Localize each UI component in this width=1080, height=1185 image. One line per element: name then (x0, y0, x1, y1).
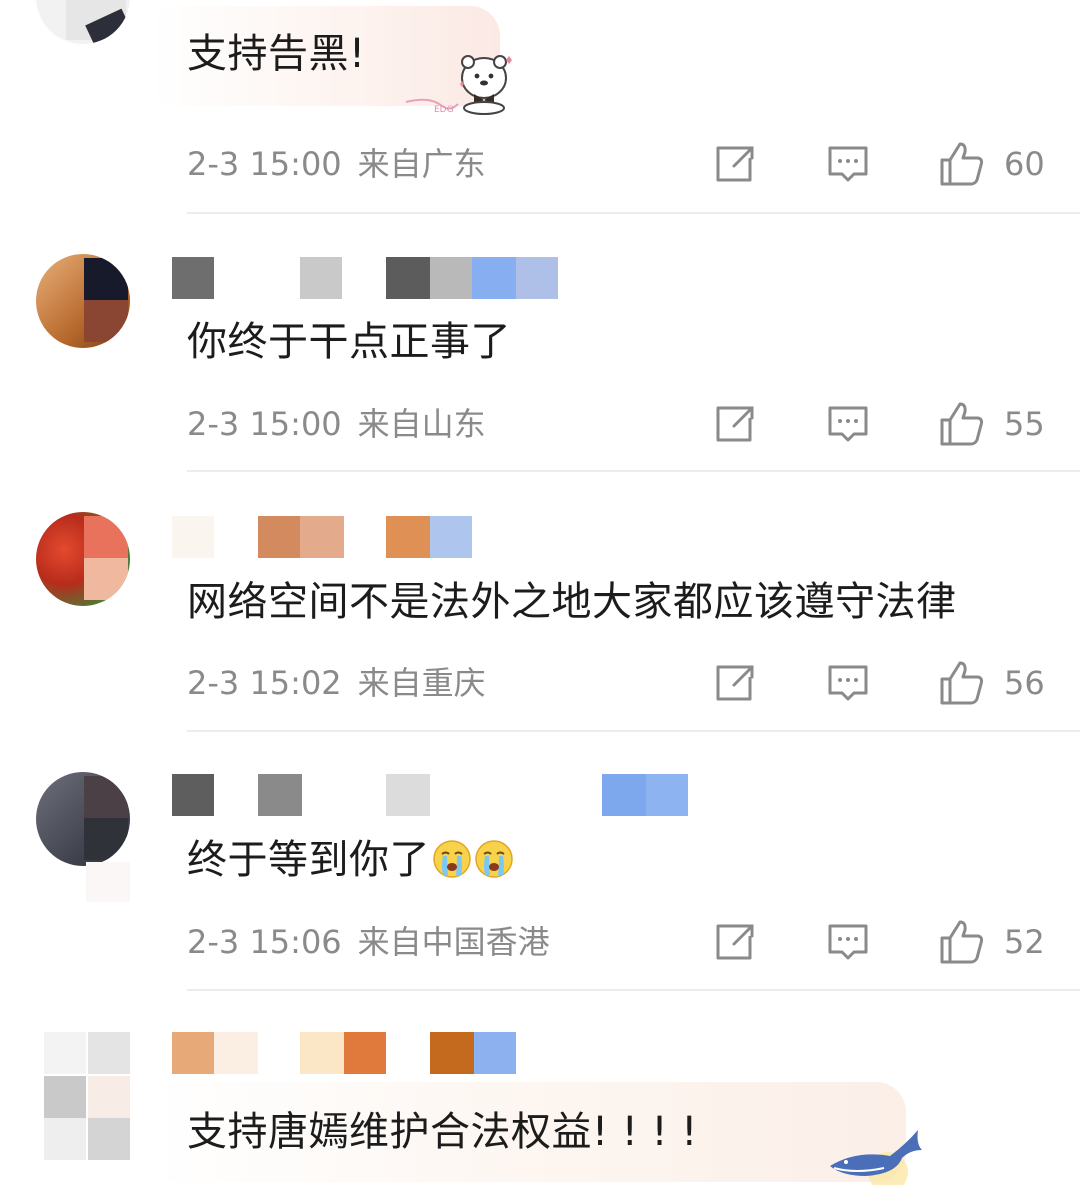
comment-meta: 2-3 15:00 来自山东 (187, 404, 486, 444)
username-mosaic[interactable] (172, 257, 562, 299)
comment-time: 2-3 15:02 (187, 664, 342, 702)
comment-icon[interactable] (826, 402, 870, 446)
avatar[interactable] (36, 512, 130, 606)
thumbs-up-icon[interactable] (938, 140, 986, 188)
avatar-mosaic-tail (86, 862, 130, 902)
bear-sticker-icon: EDG (405, 55, 512, 115)
comment-text: 支持唐嫣维护合法权益! ! ! ! (187, 1109, 698, 1155)
share-icon[interactable] (712, 142, 756, 186)
share-icon[interactable] (712, 402, 756, 446)
username-mosaic[interactable] (172, 516, 482, 558)
avatar[interactable] (36, 0, 130, 44)
divider (187, 730, 1080, 732)
username-mosaic[interactable] (172, 1032, 522, 1074)
thumbs-up-icon[interactable] (938, 918, 986, 966)
username-mosaic[interactable] (172, 774, 692, 816)
thumbs-up-icon[interactable] (938, 659, 986, 707)
comment-location: 来自重庆 (357, 664, 486, 702)
comment-time: 2-3 15:00 (187, 145, 342, 183)
divider (187, 212, 1080, 214)
avatar[interactable] (36, 772, 130, 866)
like-count: 60 (1004, 145, 1045, 183)
like-count: 55 (1004, 405, 1045, 443)
comment-text: 终于等到你了 (187, 834, 514, 886)
crying-face-icon (475, 840, 513, 878)
svg-text:EDG: EDG (434, 105, 454, 115)
comment-text-body: 终于等到你了 (187, 837, 430, 883)
like-count: 52 (1004, 923, 1045, 961)
comment-location: 来自广东 (357, 145, 486, 183)
share-icon[interactable] (712, 661, 756, 705)
thumbs-up-icon[interactable] (938, 400, 986, 448)
comment-icon[interactable] (826, 920, 870, 964)
comment-icon[interactable] (826, 142, 870, 186)
avatar[interactable] (36, 254, 130, 348)
comment-text: 网络空间不是法外之地大家都应该遵守法律 (187, 579, 957, 625)
comment-meta: 2-3 15:06 来自中国香港 (187, 922, 550, 962)
comment-time: 2-3 15:06 (187, 923, 342, 961)
comment-location: 来自山东 (357, 405, 486, 443)
whale-sticker-icon (830, 1130, 922, 1185)
comment-text: 支持告黑! (187, 31, 366, 77)
comment-icon[interactable] (826, 661, 870, 705)
comment-text: 你终于干点正事了 (187, 319, 511, 365)
comment-meta: 2-3 15:02 来自重庆 (187, 663, 486, 703)
comment-meta: 2-3 15:00 来自广东 (187, 144, 486, 184)
crying-face-icon (433, 840, 471, 878)
like-count: 56 (1004, 664, 1045, 702)
divider (187, 470, 1080, 472)
avatar[interactable] (44, 1032, 132, 1162)
comment-location: 来自中国香港 (357, 923, 550, 961)
comment-time: 2-3 15:00 (187, 405, 342, 443)
divider (187, 989, 1080, 991)
share-icon[interactable] (712, 920, 756, 964)
